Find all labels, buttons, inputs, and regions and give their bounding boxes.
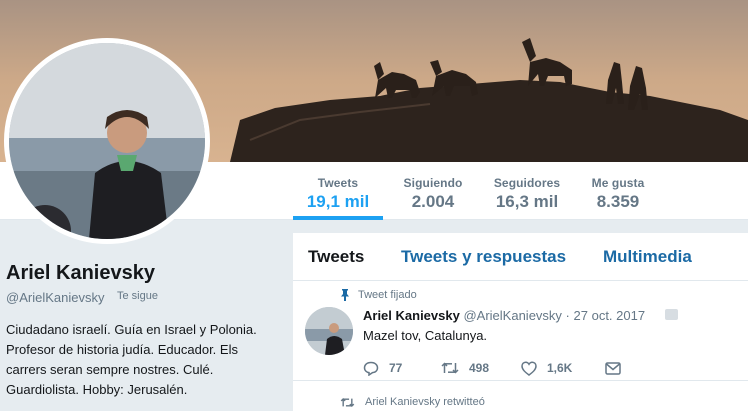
stat-tweets[interactable]: Tweets 19,1 mil: [293, 162, 383, 220]
stat-following-value: 2.004: [411, 192, 455, 211]
pinned-label-row: Tweet fijado: [340, 289, 417, 301]
stat-tweets-label: Tweets: [317, 176, 359, 190]
reply-button[interactable]: 77: [363, 361, 441, 376]
profile-avatar[interactable]: [4, 38, 210, 244]
tab-media[interactable]: Multimedia: [603, 247, 692, 267]
stat-likes-value: 8.359: [596, 192, 640, 211]
follows-you-badge: Te sigue: [117, 290, 158, 302]
tweet-header: Ariel Kanievsky @ArielKanievsky · 27 oct…: [363, 308, 645, 323]
stat-likes[interactable]: Me gusta 8.359: [580, 162, 656, 220]
retweet-small-icon: [340, 397, 355, 407]
timeline-tabs: Tweets Tweets y respuestas Multimedia: [293, 233, 748, 281]
tweet-avatar-photo: [305, 307, 353, 355]
stat-likes-label: Me gusta: [591, 176, 645, 190]
stat-followers[interactable]: Seguidores 16,3 mil: [483, 162, 571, 220]
reply-count: 77: [389, 361, 403, 375]
envelope-icon: [605, 361, 621, 375]
profile-name[interactable]: Ariel Kanievsky: [6, 262, 155, 285]
profile-bio: Ciudadano israelí. Guía en Israel y Polo…: [6, 322, 257, 397]
retweet-count: 498: [469, 361, 490, 375]
pin-icon: [341, 289, 349, 301]
stat-following-label: Siguiendo: [403, 176, 463, 190]
stat-followers-value: 16,3 mil: [495, 192, 559, 211]
tweet-separator: ·: [565, 308, 570, 323]
like-button[interactable]: 1,6K: [521, 360, 605, 376]
retweet-icon: [441, 362, 459, 374]
tweet-avatar[interactable]: [305, 307, 353, 355]
tweet-actions: 77 498 1,6K: [363, 359, 631, 377]
retweeted-label-row: Ariel Kanievsky retwitteó: [340, 396, 485, 408]
tweet-date[interactable]: 27 oct. 2017: [574, 308, 646, 323]
tweet-more-icon[interactable]: [665, 309, 678, 320]
retweeted-label[interactable]: Ariel Kanievsky retwitteó: [365, 396, 485, 408]
tweet-author-handle[interactable]: @ArielKanievsky: [463, 308, 561, 323]
timeline: Tweets Tweets y respuestas Multimedia Tw…: [293, 233, 748, 411]
profile-card: Ariel Kanievsky @ArielKanievsky Te sigue…: [0, 220, 293, 411]
direct-message-button[interactable]: [605, 361, 631, 375]
reply-icon: [363, 361, 379, 376]
stat-following[interactable]: Siguiendo 2.004: [393, 162, 473, 220]
tweet-text: Mazel tov, Catalunya.: [363, 328, 488, 343]
like-count: 1,6K: [547, 361, 573, 375]
stat-tweets-value: 19,1 mil: [306, 192, 370, 211]
heart-icon: [521, 360, 537, 376]
pinned-tweet[interactable]: Tweet fijado Ariel Kanievsky @ArielKanie…: [293, 281, 748, 381]
retweet-button[interactable]: 498: [441, 361, 521, 375]
profile-handle[interactable]: @ArielKanievsky: [6, 290, 104, 305]
stat-followers-label: Seguidores: [493, 176, 561, 190]
tab-tweets[interactable]: Tweets: [308, 247, 364, 267]
tweet-author-name[interactable]: Ariel Kanievsky: [363, 308, 460, 323]
tab-tweets-replies[interactable]: Tweets y respuestas: [401, 247, 566, 267]
pinned-label: Tweet fijado: [358, 289, 417, 301]
avatar-photo: [9, 43, 205, 239]
